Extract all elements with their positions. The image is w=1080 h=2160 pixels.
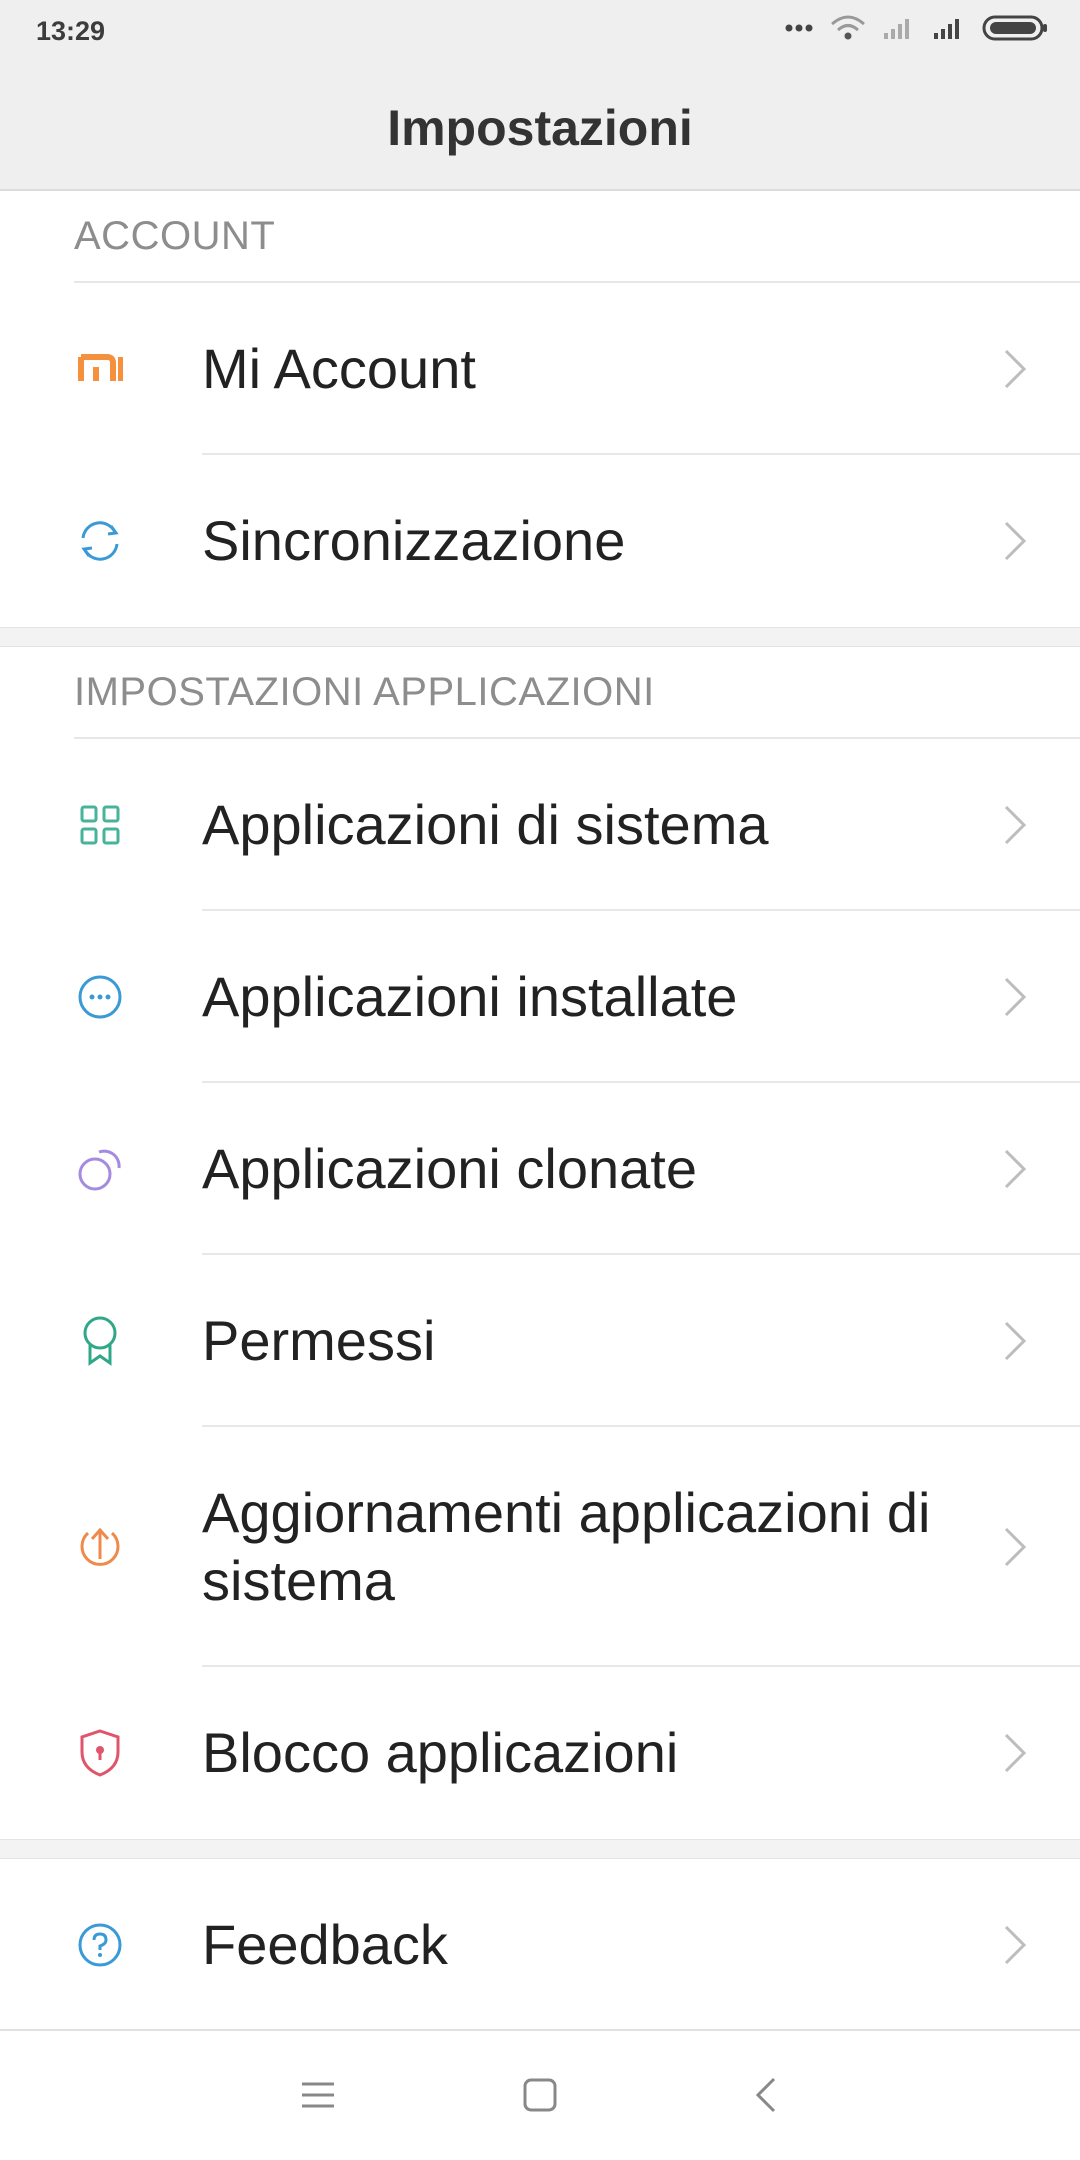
page-title: Impostazioni [387, 99, 693, 156]
dots-icon [785, 24, 813, 32]
row-feedback[interactable]: Feedback [0, 1859, 1080, 2031]
section-header-account: ACCOUNT [74, 191, 1080, 283]
chevron-right-icon [1004, 1733, 1027, 1773]
row-label: Applicazioni clonate [202, 1137, 697, 1200]
section-gap [0, 627, 1080, 647]
back-icon[interactable] [742, 2071, 790, 2119]
row-label: Permessi [202, 1309, 436, 1372]
chevron-right-icon [1004, 805, 1027, 845]
chevron-right-icon [1004, 1925, 1027, 1965]
navigation-bar [0, 2029, 1080, 2160]
clone-icon [72, 1141, 128, 1197]
row-system-app-updates[interactable]: Aggiornamenti applicazioni di sistema [0, 1427, 1080, 1667]
app-header: Impostazioni [0, 66, 1080, 191]
row-cloned-apps[interactable]: Applicazioni clonate [0, 1083, 1080, 1255]
chevron-right-icon [1004, 977, 1027, 1017]
row-app-lock[interactable]: Blocco applicazioni [0, 1667, 1080, 1839]
section-header-apps: IMPOSTAZIONI APPLICAZIONI [74, 647, 1080, 739]
row-label: Blocco applicazioni [202, 1721, 679, 1784]
row-label: Sincronizzazione [202, 509, 626, 572]
row-mi-account[interactable]: Mi Account [0, 283, 1080, 455]
shield-lock-icon [72, 1725, 128, 1781]
signal-icon [934, 19, 959, 39]
row-label: Aggiornamenti applicazioni di sistema [202, 1481, 931, 1612]
row-label: Applicazioni installate [202, 965, 738, 1028]
mi-logo-icon [72, 341, 128, 397]
grid-icon [72, 797, 128, 853]
wifi-icon [831, 15, 865, 40]
section-gap [0, 1839, 1080, 1859]
chevron-right-icon [1004, 1321, 1027, 1361]
help-icon [72, 1917, 128, 1973]
upload-icon [72, 1519, 128, 1575]
row-system-apps[interactable]: Applicazioni di sistema [0, 739, 1080, 911]
section-app-settings: IMPOSTAZIONI APPLICAZIONI Applicazioni d… [0, 647, 1080, 1839]
row-permissions[interactable]: Permessi [0, 1255, 1080, 1427]
chevron-right-icon [1004, 1149, 1027, 1189]
status-icons [784, 14, 1048, 42]
chevron-right-icon [1004, 349, 1027, 389]
row-label: Applicazioni di sistema [202, 793, 769, 856]
chevron-right-icon [1004, 521, 1027, 561]
badge-icon [72, 1313, 128, 1369]
menu-icon[interactable] [294, 2071, 342, 2119]
row-sync[interactable]: Sincronizzazione [0, 455, 1080, 627]
sync-icon [72, 513, 128, 569]
status-bar: 13:29 [0, 0, 1080, 66]
chevron-right-icon [1004, 1527, 1027, 1567]
signal-icon [884, 19, 909, 39]
settings-list: ACCOUNT Mi Account Sincronizzazione IMPO… [0, 191, 1080, 2031]
status-time: 13:29 [36, 16, 106, 46]
section-feedback: Feedback [0, 1859, 1080, 2031]
section-account: ACCOUNT Mi Account Sincronizzazione [0, 191, 1080, 627]
row-label: Mi Account [202, 337, 476, 400]
battery-icon [982, 15, 1047, 41]
home-icon[interactable] [516, 2071, 564, 2119]
row-installed-apps[interactable]: Applicazioni installate [0, 911, 1080, 1083]
row-label: Feedback [202, 1913, 448, 1976]
more-circle-icon [72, 969, 128, 1025]
